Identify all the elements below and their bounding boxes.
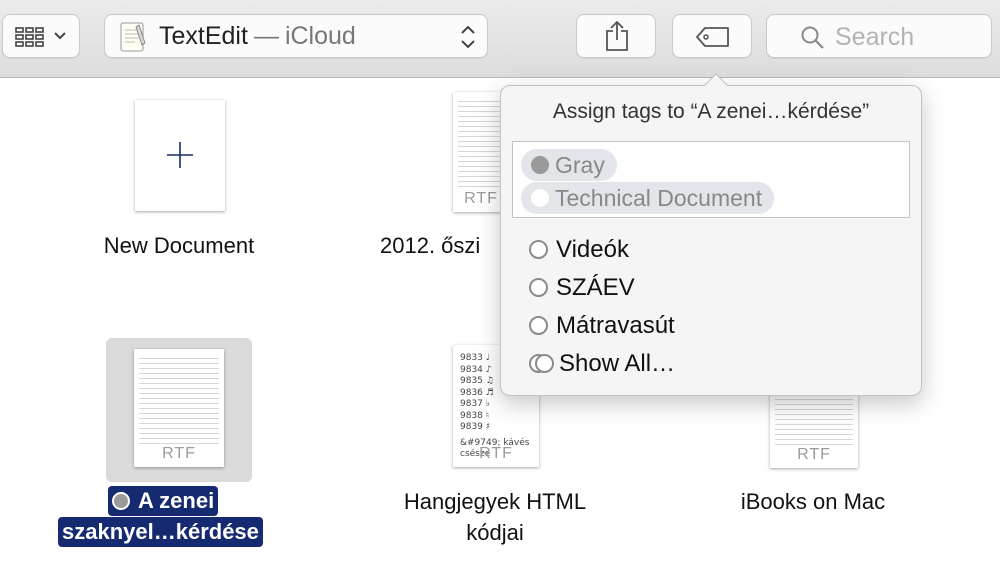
file-type-badge: RTF <box>479 445 513 462</box>
empty-tag-dot-icon <box>531 189 549 207</box>
tag-token-field[interactable]: Gray Technical Document <box>512 141 910 218</box>
tag-option-matravasut[interactable]: Mátravasút <box>529 312 675 340</box>
share-button[interactable] <box>576 14 656 58</box>
thumbnail-text-preview <box>458 97 504 190</box>
thumbnail-text-preview <box>139 354 219 445</box>
tag-option-label: SZÁEV <box>556 274 635 301</box>
search-field[interactable]: Search <box>766 14 992 58</box>
document-label[interactable]: Hangjegyek HTML kódjai <box>380 486 610 548</box>
tag-token-gray[interactable]: Gray <box>521 149 617 181</box>
tag-circle-icon <box>529 240 548 259</box>
tag-token-technical-document[interactable]: Technical Document <box>521 182 775 214</box>
tags-button[interactable] <box>672 14 752 58</box>
tag-token-label: Technical Document <box>555 185 763 211</box>
location-popup-button[interactable]: TextEdit — iCloud <box>104 14 488 58</box>
new-document-label[interactable]: New Document <box>78 230 280 261</box>
popover-arrow <box>703 73 729 87</box>
new-document-thumbnail[interactable] <box>135 100 225 211</box>
tag-option-szaev[interactable]: SZÁEV <box>529 274 635 302</box>
tag-option-videok[interactable]: Videók <box>529 236 629 264</box>
plus-icon <box>167 142 193 168</box>
location-name: iCloud <box>284 22 356 50</box>
label-text: A zenei <box>138 488 215 513</box>
popover-title: Assign tags to “A zenei…kérdése” <box>552 100 870 123</box>
thumb-line: 9838 ♮ <box>460 410 489 421</box>
up-down-chevron-icon <box>461 25 475 49</box>
show-all-label: Show All… <box>559 350 676 377</box>
selected-document-thumbnail[interactable]: RTF <box>134 349 224 467</box>
label-line: kódjai <box>466 520 524 545</box>
label-line: Hangjegyek HTML <box>403 489 587 514</box>
document-label[interactable]: 2012. őszi <box>380 230 520 261</box>
search-placeholder: Search <box>835 23 915 51</box>
selected-document-label-line1[interactable]: A zenei <box>108 486 219 516</box>
document-label[interactable]: iBooks on Mac <box>700 486 926 517</box>
title-separator: — <box>253 22 279 50</box>
assign-tags-popover: Assign tags to “A zenei…kérdése” Gray Te… <box>500 73 922 396</box>
selected-document-label-line2[interactable]: szaknyel…kérdése <box>58 517 263 547</box>
share-icon <box>606 20 628 51</box>
view-mode-button[interactable] <box>2 14 80 58</box>
chevron-down-icon <box>54 32 66 40</box>
textedit-document-icon <box>120 22 146 52</box>
thumb-line: 9839 ♯ <box>460 422 491 432</box>
app-name: TextEdit <box>159 22 248 50</box>
tag-circle-icon <box>529 316 548 335</box>
icon-grid-icon <box>15 27 44 47</box>
tag-icon <box>696 27 729 47</box>
window-title: TextEdit — iCloud <box>159 22 356 51</box>
overlapping-circles-icon <box>529 354 555 373</box>
thumb-line: 9837 ♭ <box>460 399 491 409</box>
gray-tag-dot-icon <box>112 492 130 510</box>
show-all-tags-button[interactable]: Show All… <box>529 350 675 378</box>
tag-circle-icon <box>529 278 548 297</box>
tag-token-label: Gray <box>555 152 605 178</box>
tag-option-label: Mátravasút <box>556 312 675 339</box>
file-type-badge: RTF <box>162 445 196 462</box>
search-icon <box>801 26 824 49</box>
file-type-badge: RTF <box>797 446 831 463</box>
gray-tag-dot-icon <box>531 156 549 174</box>
tag-option-label: Videók <box>556 236 629 263</box>
toolbar: TextEdit — iCloud Search <box>0 0 1000 78</box>
